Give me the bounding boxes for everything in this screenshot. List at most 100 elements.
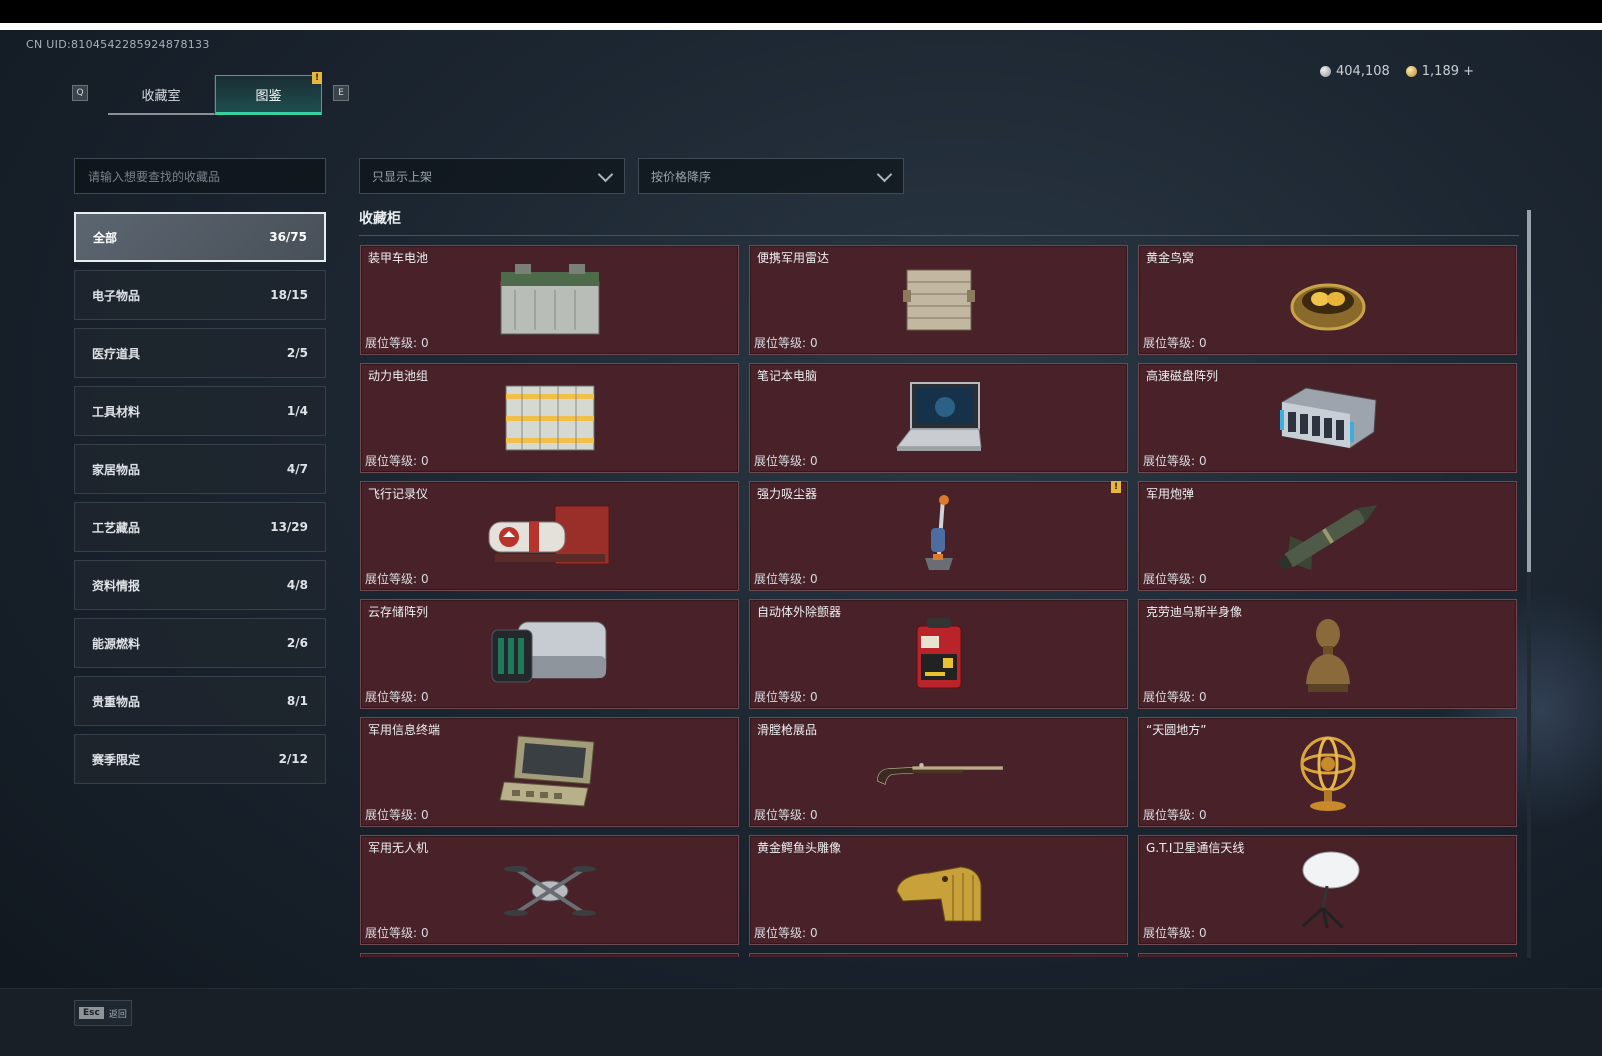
back-button[interactable]: Esc 返回: [74, 1000, 132, 1026]
flight-recorder-icon: [485, 494, 615, 578]
category-count: 4/8: [286, 578, 308, 592]
collection-card-7[interactable]: 飞行记录仪 展位等级: 0: [360, 481, 739, 591]
item-name: 军用炮弹: [1146, 487, 1195, 501]
sort-dropdown[interactable]: 按价格降序: [638, 158, 904, 194]
booth-level: 展位等级: 0: [754, 806, 818, 823]
collection-card-1[interactable]: 装甲车电池 展位等级: 0: [360, 245, 739, 355]
tab-prev-key-hint[interactable]: Q: [72, 85, 88, 101]
category-intel[interactable]: 资料情报 4/8: [74, 560, 326, 610]
collection-card-21[interactable]: 军用控制终端: [1138, 953, 1517, 957]
booth-level-label: 展位等级:: [1143, 926, 1196, 940]
collection-card-16[interactable]: 军用无人机 展位等级: 0: [360, 835, 739, 945]
category-seasonal[interactable]: 赛季限定 2/12: [74, 734, 326, 784]
tab-catalog-label: 图鉴: [255, 88, 282, 104]
item-name: 飞行记录仪: [368, 487, 429, 501]
item-name: 军用信息终端: [368, 723, 441, 737]
category-label: 贵重物品: [92, 694, 141, 709]
collection-card-9[interactable]: 军用炮弹展位等级: 0: [1138, 481, 1517, 591]
booth-level-label: 展位等级:: [1143, 808, 1196, 822]
booth-level-value: 0: [1199, 454, 1207, 468]
search-input[interactable]: 请输入想要查找的收藏品: [74, 158, 326, 194]
collection-card-6[interactable]: 高速磁盘阵列 展位等级: 0: [1138, 363, 1517, 473]
booth-level-label: 展位等级:: [754, 926, 807, 940]
section-divider: [359, 235, 1519, 236]
collection-card-2[interactable]: 便携军用雷达 展位等级: 0: [749, 245, 1128, 355]
collection-card-11[interactable]: 自动体外除颤器 展位等级: 0: [749, 599, 1128, 709]
booth-level-label: 展位等级:: [365, 454, 418, 468]
tab-collection-room[interactable]: 收藏室: [108, 75, 215, 115]
esc-key-hint: Esc: [79, 1007, 104, 1019]
booth-level-value: 0: [810, 808, 818, 822]
booth-level-label: 展位等级:: [365, 572, 418, 586]
item-name: 装甲车电池: [368, 251, 429, 265]
collection-card-5[interactable]: 笔记本电脑 展位等级: 0: [749, 363, 1128, 473]
item-name: G.T.I卫星通信天线: [1146, 841, 1245, 855]
booth-level: 展位等级: 0: [754, 452, 818, 469]
vacuum-icon: [874, 494, 1004, 578]
section-title: 收藏柜: [359, 211, 401, 227]
category-label: 全部: [93, 230, 118, 245]
gold-coin-icon: [1405, 66, 1417, 77]
croc-head-icon: [874, 848, 1004, 932]
collection-card-20[interactable]: 黄金瞪羚: [749, 953, 1128, 957]
booth-level-value: 0: [421, 926, 429, 940]
category-count: 36/75: [269, 230, 307, 244]
collection-card-17[interactable]: 黄金鳄鱼头雕像 展位等级: 0: [749, 835, 1128, 945]
collection-card-15[interactable]: “天圆地方” 展位等级: 0: [1138, 717, 1517, 827]
battery-icon: [485, 258, 615, 342]
booth-level-label: 展位等级:: [1143, 454, 1196, 468]
collection-card-18[interactable]: G.T.I卫星通信天线 展位等级: 0: [1138, 835, 1517, 945]
booth-level-label: 展位等级:: [754, 808, 807, 822]
booth-level: 展位等级: 0: [754, 334, 818, 351]
item-name: 军用无人机: [368, 841, 429, 855]
laptop-icon: [874, 376, 1004, 460]
currency-gold[interactable]: 1,189 +: [1405, 64, 1474, 79]
collection-card-12[interactable]: 克劳迪乌斯半身像 展位等级: 0: [1138, 599, 1517, 709]
item-name: 黄金鳄鱼头雕像: [757, 841, 842, 855]
item-name: 克劳迪乌斯半身像: [1146, 605, 1243, 619]
category-electronics[interactable]: 电子物品 18/15: [74, 270, 326, 320]
booth-level-label: 展位等级:: [365, 690, 418, 704]
disk-array-icon: [1263, 376, 1393, 460]
category-all[interactable]: 全部 36/75: [74, 212, 326, 262]
booth-level: 展位等级: 0: [754, 924, 818, 941]
tab-next-key-hint[interactable]: E: [333, 85, 349, 101]
silver-coin-icon: [1320, 66, 1331, 77]
category-tools[interactable]: 工具材料 1/4: [74, 386, 326, 436]
category-fuel[interactable]: 能源燃料 2/6: [74, 618, 326, 668]
booth-level-value: 0: [421, 690, 429, 704]
category-label: 电子物品: [92, 288, 141, 303]
category-crafts[interactable]: 工艺藏品 13/29: [74, 502, 326, 552]
booth-level-label: 展位等级:: [365, 336, 418, 350]
top-white-line: [0, 23, 1602, 30]
booth-level: 展位等级: 0: [1143, 452, 1207, 469]
footer-bar: Esc 返回: [0, 988, 1602, 1056]
category-list: 全部 36/75 电子物品 18/15 医疗道具 2/5 工具材料 1/4 家居…: [74, 212, 326, 792]
booth-level: 展位等级: 0: [365, 806, 429, 823]
collection-card-10[interactable]: 云存储阵列 展位等级: 0: [360, 599, 739, 709]
collection-card-3[interactable]: 黄金鸟窝 展位等级: 0: [1138, 245, 1517, 355]
collection-card-13[interactable]: 军用信息终端 展位等级: 0: [360, 717, 739, 827]
collection-card-8[interactable]: 强力吸尘器 展位等级: 0!: [749, 481, 1128, 591]
scrollbar-thumb[interactable]: [1527, 210, 1531, 572]
category-medical[interactable]: 医疗道具 2/5: [74, 328, 326, 378]
booth-level-label: 展位等级:: [1143, 572, 1196, 586]
collection-card-4[interactable]: 动力电池组 展位等级: 0: [360, 363, 739, 473]
shelf-filter-dropdown[interactable]: 只显示上架: [359, 158, 625, 194]
terminal-icon: [485, 730, 615, 814]
category-count: 18/15: [270, 288, 308, 302]
category-household[interactable]: 家居物品 4/7: [74, 444, 326, 494]
category-count: 8/1: [286, 694, 308, 708]
category-valuables[interactable]: 贵重物品 8/1: [74, 676, 326, 726]
grid-scrollbar[interactable]: [1527, 210, 1531, 958]
booth-level-value: 0: [810, 572, 818, 586]
radar-icon: [874, 258, 1004, 342]
category-count: 13/29: [270, 520, 308, 534]
booth-level: 展位等级: 0: [365, 452, 429, 469]
collection-card-14[interactable]: 滑膛枪展品 展位等级: 0: [749, 717, 1128, 827]
tab-catalog[interactable]: 图鉴 !: [215, 72, 322, 115]
collection-card-19[interactable]: 呼吸机: [360, 953, 739, 957]
satellite-dish-icon: [1263, 848, 1393, 932]
booth-level-value: 0: [1199, 572, 1207, 586]
sort-value: 按价格降序: [651, 169, 712, 184]
